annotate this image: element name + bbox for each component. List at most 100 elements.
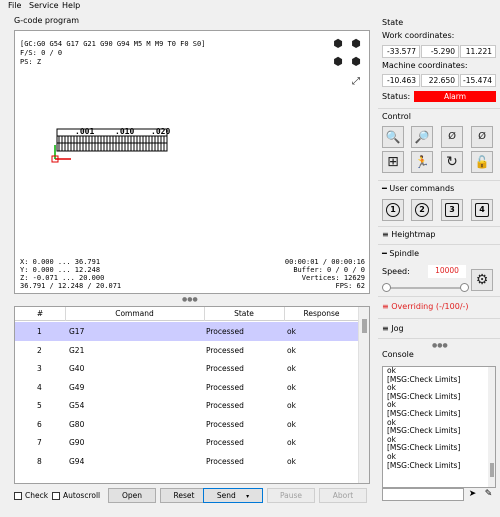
menu-service[interactable]: Service [29,1,59,10]
table-row[interactable]: 4 G49 Processed ok [15,378,359,397]
menu-help[interactable]: Help [62,1,80,10]
table-row[interactable]: 5 G54 Processed ok [15,396,359,415]
cell-state: Processed [206,382,244,392]
spindle-slider-handle[interactable] [460,283,469,292]
abort-button[interactable]: Abort [319,488,367,503]
work-x: -33.577 [382,45,420,58]
console-output[interactable]: ok [MSG:Check Limits] ok [MSG:Check Limits]… [382,366,496,488]
cell-command: G40 [69,364,85,373]
table-row[interactable]: 1 G17 Processed ok [15,322,359,341]
home-search-icon[interactable]: 🔍 [382,126,404,148]
view-left-icon[interactable]: ⬢ [349,55,363,69]
feed-speed: F/S: 0 / 0 [20,49,63,57]
user-command-2-button[interactable]: 2 [411,199,433,221]
table-row[interactable]: 8 G94 Processed ok [15,452,359,471]
send-icon[interactable]: ➤ [466,488,479,501]
check-checkbox[interactable]: Check [14,491,48,500]
user-command-1-button[interactable]: 1 [382,199,404,221]
col-header-number[interactable]: # [15,309,65,318]
console-command-input[interactable] [382,488,464,501]
menu-icon: ≡ [382,230,389,239]
table-row[interactable]: 2 G21 Processed ok [15,341,359,360]
pause-button[interactable]: Pause [267,488,315,503]
table-row[interactable]: 7 G90 Processed ok [15,433,359,452]
drawing-label: .001 [75,127,94,136]
unlock-icon[interactable]: 🔓 [471,151,493,173]
table-row[interactable]: 3 G40 Processed ok [15,359,359,378]
view-front-icon[interactable]: ⬢ [331,55,345,69]
state-title: State [382,18,404,27]
machine-y: 22.650 [421,74,459,87]
restore-icon[interactable]: ↻ [441,151,463,173]
spindle-slider-track[interactable] [386,287,466,289]
command-table[interactable]: # Command State Response 1 G17 Processed ok… [14,306,370,484]
user-command-3-button[interactable]: 3 [441,199,463,221]
clear-icon[interactable]: ✎ [482,488,495,501]
gcode-viewport[interactable]: [GC:G0 G54 G17 G21 G90 G94 M5 M M9 T0 F0… [14,30,370,294]
menu-bar: File Service Help [0,0,500,12]
spindle-slider-min-handle[interactable] [382,283,391,292]
cell-state: Processed [206,345,244,355]
zero-z-icon[interactable]: Ø [441,126,463,148]
table-scrollbar[interactable] [358,307,369,483]
cell-response: ok [287,327,296,336]
menu-file[interactable]: File [8,1,21,10]
table-scrollbar-thumb[interactable] [362,319,367,333]
col-header-command[interactable]: Command [65,309,204,318]
console-line: [MSG:Check Limits] [387,443,461,453]
user-commands-header[interactable]: ━ User commands [382,184,454,193]
z-range: Z: -0.071 ... 20.000 [20,274,105,282]
jog-header[interactable]: ≡ Jog [382,324,404,333]
check-box[interactable] [14,491,22,500]
work-y: -5.290 [421,45,459,58]
right-panel: State Work coordinates: -33.577 -5.290 1… [378,12,500,517]
machine-x: -10.463 [382,74,420,87]
speed-label: Speed: [382,267,410,276]
console-line: [MSG:Check Limits] [387,426,461,436]
col-header-state[interactable]: State [204,309,284,318]
drawing-label: .020 [151,127,170,136]
autoscroll-checkbox[interactable]: Autoscroll [52,491,100,500]
console-line: [MSG:Check Limits] [387,460,461,470]
send-button[interactable]: Send ▾ [203,488,263,503]
col-header-response[interactable]: Response [284,309,359,318]
console-splitter[interactable]: ●●● [432,342,448,349]
zoom-search-icon[interactable]: 🔎 [411,126,433,148]
menu-icon: ≡ [382,302,389,311]
send-label: Send [216,491,236,500]
machine-coords-label: Machine coordinates: [382,61,468,70]
user-commands-title: User commands [389,184,455,193]
cell-number: 6 [37,419,42,429]
drawing-label: .010 [115,127,134,136]
machine-z: -15.474 [460,74,496,87]
spindle-title: Spindle [389,249,420,258]
open-button[interactable]: Open [108,488,156,503]
view-iso-icon[interactable]: ⬢ [331,37,345,51]
cell-response: ok [287,438,296,447]
spindle-gear-icon[interactable]: ⚙ [471,269,493,291]
heightmap-header[interactable]: ≡ Heightmap [382,230,435,239]
console-scrollbar-thumb[interactable] [490,463,494,477]
safe-position-icon[interactable]: 🏃 [411,151,433,173]
fit-view-icon[interactable]: ⤢ [349,75,363,89]
spindle-speed[interactable]: 10000 [428,265,466,278]
time-readout: 00:00:01 / 00:00:16 [284,258,365,266]
origin-icon[interactable]: ⊞ [382,151,404,173]
console-line: [MSG:Check Limits] [387,391,461,401]
console-line: [MSG:Check Limits] [387,374,461,384]
parser-state: [GC:G0 G54 G17 G21 G90 G94 M5 M M9 T0 F0… [20,40,206,48]
dropdown-arrow-icon[interactable]: ▾ [246,493,249,500]
splitter-handle[interactable]: ●●● [182,297,198,303]
overriding-header[interactable]: ≡ Overriding (-/100/-) [382,302,469,311]
cell-number: 3 [37,364,42,373]
zero-xy-icon[interactable]: Ø [471,126,493,148]
table-row[interactable]: 6 G80 Processed ok [15,415,359,434]
reset-button[interactable]: Reset [160,488,208,503]
gcode-section-title: G-code program [14,16,80,25]
spindle-header[interactable]: ━ Spindle [382,249,419,258]
view-top-icon[interactable]: ⬢ [349,37,363,51]
user-command-1-label: 1 [386,203,400,217]
autoscroll-box[interactable] [52,491,60,500]
user-command-3-label: 3 [445,203,459,217]
user-command-4-button[interactable]: 4 [471,199,493,221]
